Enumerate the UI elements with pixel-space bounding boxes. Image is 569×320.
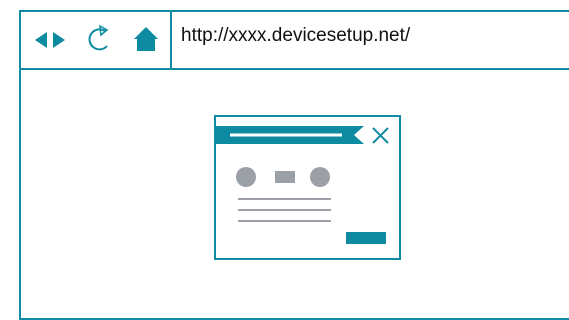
address-bar[interactable]: http://xxxx.devicesetup.net/ — [181, 25, 410, 47]
home-icon — [134, 27, 158, 51]
dialog-action-button — [346, 232, 386, 244]
arrows-left-right-icon — [35, 32, 65, 48]
browser-window: http://xxxx.devicesetup.net/ — [19, 10, 569, 320]
setup-window-illustration — [214, 115, 401, 260]
refresh-button[interactable] — [81, 12, 117, 68]
refresh-icon — [88, 24, 109, 51]
gray-rect — [275, 171, 295, 183]
gray-circle-left — [236, 167, 256, 187]
gray-circle-right — [310, 167, 330, 187]
home-button[interactable] — [129, 12, 163, 68]
setup-window-icon — [214, 115, 401, 260]
back-forward-button[interactable] — [31, 12, 71, 68]
browser-toolbar: http://xxxx.devicesetup.net/ — [21, 12, 569, 70]
nav-buttons — [21, 12, 172, 68]
